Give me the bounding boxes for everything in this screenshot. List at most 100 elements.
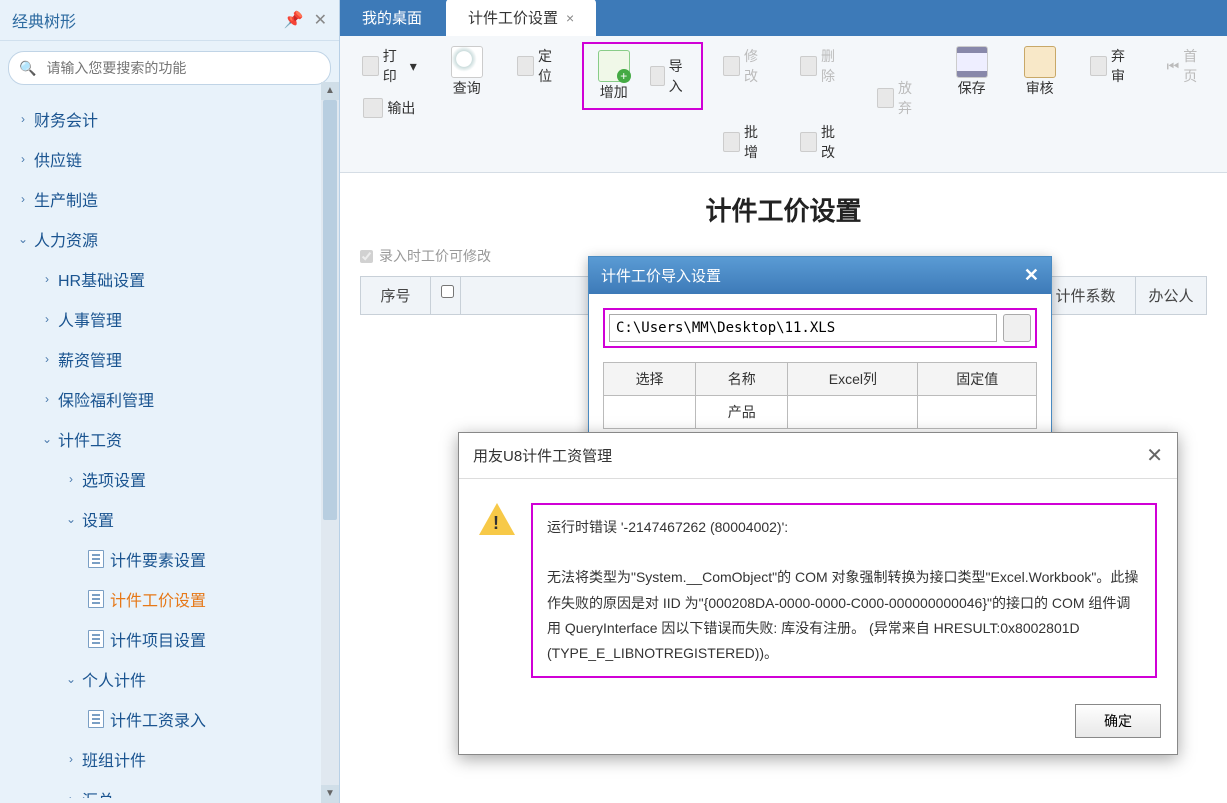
batch-modify-button[interactable]: 批改 [794,118,851,166]
sidebar: 经典树形 📌 ✕ 🔍 ›财务会计›供应链›生产制造⌄人力资源›HR基础设置›人事… [0,0,340,803]
tree-item-供应链[interactable]: ›供应链 [0,139,339,179]
first-page-button[interactable]: ⏮首页 [1161,42,1211,90]
tree-label: 班组计件 [82,747,146,771]
abandon-button[interactable]: 弃审 [1084,42,1141,90]
tree-item-计件项目设置[interactable]: 计件项目设置 [0,619,339,659]
search-button[interactable]: 查询 [443,42,491,102]
tree-item-HR基础设置[interactable]: › HR基础设置 [0,259,339,299]
import-mapping-table: 选择 名称 Excel列 固定值 产品 [603,362,1037,429]
error-dialog-header[interactable]: 用友U8计件工资管理 ✕ [459,433,1177,479]
tree-item-计件工资[interactable]: ⌄ 计件工资 [0,419,339,459]
tree-label: 生产制造 [34,187,98,211]
checkbox-label: 录入时工价可修改 [379,246,491,266]
error-message: 运行时错误 '-2147467262 (80004002)': 无法将类型为"S… [531,503,1157,678]
import-button[interactable]: 导入 [644,52,695,100]
tree-item-财务会计[interactable]: ›财务会计 [0,99,339,139]
first-page-icon: ⏮ [1167,58,1180,75]
tree-item-薪资管理[interactable]: ›薪资管理 [0,339,339,379]
add-button[interactable]: 增加 [590,46,638,106]
chevron-icon: ⌄ [64,512,78,526]
error-dialog-close-icon[interactable]: ✕ [1146,443,1163,468]
cell-fixed[interactable] [918,396,1037,429]
export-button[interactable]: 输出 [357,94,421,122]
page-title: 计件工价设置 [340,173,1227,240]
audit-icon [1024,46,1056,78]
import-dialog-close-icon[interactable]: ✕ [1024,265,1039,286]
tree-label: 计件工资录入 [110,707,206,731]
toolbar: 打印▾ 输出 查询 定位 增加 导入 修改 批增 删除 批改 放弃 保存 [340,36,1227,173]
chevron-icon: › [40,272,54,286]
tree-item-汇总[interactable]: › 汇总 [0,779,339,798]
warning-icon [479,503,515,539]
batch-add-button[interactable]: 批增 [717,118,774,166]
search-box[interactable]: 🔍 [8,51,331,85]
col-fixed: 固定值 [918,363,1037,396]
tree-label: HR基础设置 [58,267,145,291]
chevron-icon: ⌄ [40,432,54,446]
tree-label: 人力资源 [34,227,98,251]
tree-label: 计件工资 [58,427,122,451]
chevron-icon: › [16,192,30,206]
tree-item-人力资源[interactable]: ⌄人力资源 [0,219,339,259]
cell-excel[interactable] [788,396,918,429]
tree-label: 人事管理 [58,307,122,331]
abandon-icon [1090,56,1107,76]
tree-label: 计件项目设置 [110,627,206,651]
ok-button[interactable]: 确定 [1075,704,1161,738]
import-dialog-header[interactable]: 计件工价导入设置 ✕ [589,257,1051,294]
tab-desktop[interactable]: 我的桌面 [340,0,444,36]
tree-item-个人计件[interactable]: ⌄个人计件 [0,659,339,699]
chevron-icon: › [64,752,78,766]
modify-button[interactable]: 修改 [717,42,774,90]
chevron-icon: › [16,112,30,126]
search-input[interactable] [42,56,320,80]
tree-item-保险福利管理[interactable]: ›保险福利管理 [0,379,339,419]
tabs-row: 我的桌面 计件工价设置 × [340,0,1227,36]
chevron-icon: › [64,792,78,798]
tree-item-生产制造[interactable]: › 生产制造 [0,179,339,219]
nav-tree: ›财务会计›供应链›生产制造⌄人力资源›HR基础设置›人事管理›薪资管理›保险福… [0,95,339,798]
release-button[interactable]: 放弃 [871,74,928,122]
pin-icon[interactable]: 📌 [284,10,304,30]
locate-button[interactable]: 定位 [511,42,568,90]
document-icon [88,710,104,728]
file-path-input[interactable] [609,314,997,342]
chevron-icon: › [40,392,54,406]
save-button[interactable]: 保存 [948,42,996,102]
scroll-down-icon[interactable]: ▼ [321,785,339,803]
chevron-icon: › [64,472,78,486]
tree-label: 计件工价设置 [110,587,206,611]
import-dialog: 计件工价导入设置 ✕ 选择 名称 Excel列 固定值 产品 [588,256,1052,444]
export-icon [363,98,383,118]
tree-item-人事管理[interactable]: ›人事管理 [0,299,339,339]
tree-item-计件要素设置[interactable]: 计件要素设置 [0,539,339,579]
tab-close-icon[interactable]: × [566,10,574,26]
tab-piece-price[interactable]: 计件工价设置 × [446,0,596,36]
tree-label: 汇总 [82,787,114,798]
browse-button[interactable] [1003,314,1031,342]
tree-item-计件工价设置[interactable]: 计件工价设置 [0,579,339,619]
error-line1: 运行时错误 '-2147467262 (80004002)': [547,515,1141,540]
col-checkbox[interactable] [431,277,461,314]
table-row[interactable]: 产品 [604,396,1037,429]
tree-item-选项设置[interactable]: ›选项设置 [0,459,339,499]
editable-checkbox[interactable] [360,250,373,263]
sidebar-scrollbar[interactable]: ▲ ▼ [321,100,339,803]
modify-icon [723,56,740,76]
locate-icon [517,56,534,76]
delete-button[interactable]: 删除 [794,42,851,90]
chevron-icon: ⌄ [64,672,78,686]
error-body: 无法将类型为"System.__ComObject"的 COM 对象强制转换为接… [547,565,1141,666]
tree-item-设置[interactable]: ⌄设置 [0,499,339,539]
cell-select[interactable] [604,396,696,429]
print-icon [362,56,379,76]
tree-item-班组计件[interactable]: › 班组计件 [0,739,339,779]
scrollbar-thumb[interactable] [323,100,337,520]
save-icon [956,46,988,78]
print-button[interactable]: 打印▾ [356,42,423,90]
audit-button[interactable]: 审核 [1016,42,1064,102]
tree-item-计件工资录入[interactable]: 计件工资录入 [0,699,339,739]
sidebar-close-icon[interactable]: ✕ [314,10,327,30]
document-icon [88,550,104,568]
scroll-up-icon[interactable]: ▲ [321,82,339,100]
